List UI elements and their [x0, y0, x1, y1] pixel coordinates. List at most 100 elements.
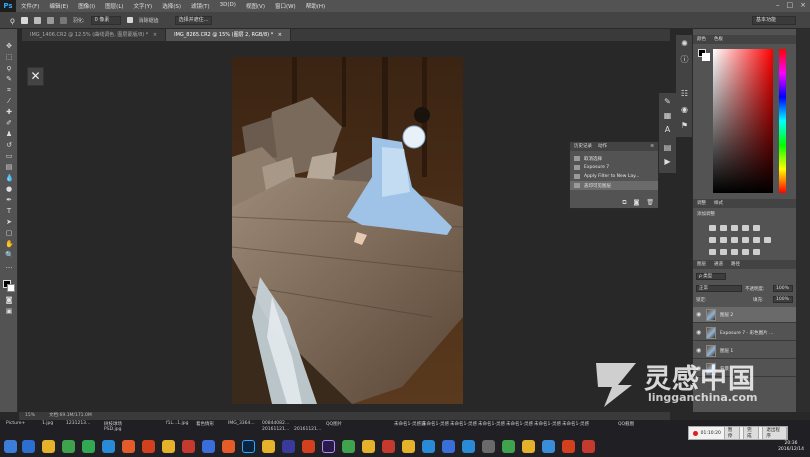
antialias-checkbox[interactable] [126, 17, 133, 23]
tab-swatches[interactable]: 色板 [714, 35, 723, 44]
document-image[interactable] [232, 57, 463, 404]
visibility-eye-icon[interactable]: ◉ [696, 347, 702, 354]
menu-item[interactable]: 图像(I) [73, 2, 100, 10]
menu-item[interactable]: 窗口(W) [270, 2, 301, 10]
taskbar-label[interactable]: 1.jpg [42, 421, 53, 426]
menu-item[interactable]: 滤镜(T) [186, 2, 215, 10]
app-green-icon[interactable] [82, 440, 95, 453]
screen-mode-icon[interactable]: ▣ [5, 308, 13, 315]
app-purple-icon[interactable] [282, 440, 295, 453]
collapsed-tool-panel-icon[interactable]: ✕ [27, 67, 44, 86]
menu-item[interactable]: 帮助(H) [301, 2, 330, 10]
new-selection-icon[interactable] [20, 16, 28, 24]
app-yellow5-icon[interactable] [522, 440, 535, 453]
layer-filter-dropdown[interactable]: ρ 类型 [696, 273, 726, 280]
color-lookup-icon[interactable] [764, 237, 771, 243]
taskbar-label[interactable]: 0084d082... [262, 421, 289, 426]
taskbar-label[interactable]: 未命名1-灵感 [534, 421, 561, 427]
gradient-tool-icon[interactable]: ▤ [5, 164, 13, 171]
history-item[interactable]: 取消选择 [570, 154, 658, 163]
crop-tool-icon[interactable]: ⌗ [5, 87, 13, 94]
visibility-eye-icon[interactable]: ◉ [696, 311, 702, 318]
tab-history[interactable]: 历史记录 [574, 142, 592, 151]
move-tool-icon[interactable]: ✥ [5, 43, 13, 50]
selective-color-icon[interactable] [753, 249, 760, 255]
app-green2-icon[interactable] [342, 440, 355, 453]
opacity-input[interactable]: 100% [773, 285, 793, 292]
tab-channels[interactable]: 通道 [714, 260, 723, 269]
record-app-icon[interactable] [582, 440, 595, 453]
taskbar-label[interactable]: 着色情形 [196, 421, 214, 427]
menu-item[interactable]: 图层(L) [100, 2, 128, 10]
app-yellow3-icon[interactable] [362, 440, 375, 453]
exposure-icon[interactable] [742, 225, 749, 231]
start-icon[interactable] [4, 440, 17, 453]
brush-settings-icon[interactable]: ✎ [663, 97, 672, 106]
clone-source-icon[interactable]: ▦ [663, 111, 672, 120]
path-select-tool-icon[interactable]: ➤ [5, 219, 13, 226]
select-and-mask-button[interactable]: 选择并遮住... [174, 15, 213, 25]
maximize-button[interactable]: □ [787, 1, 794, 9]
app-blue5-icon[interactable] [462, 440, 475, 453]
menu-item[interactable]: 3D(D) [215, 2, 241, 10]
blur-tool-icon[interactable]: 💧 [5, 175, 14, 182]
levels-icon[interactable] [720, 225, 727, 231]
taskbar-label[interactable]: 1231213... [66, 421, 90, 426]
tab-layers[interactable]: 图层 [697, 260, 706, 269]
snapshot-camera-icon[interactable]: ◙ [634, 199, 640, 207]
eraser-tool-icon[interactable]: ▭ [5, 153, 13, 160]
history-item[interactable]: Exposure 7 [570, 163, 658, 172]
tab-actions[interactable]: 动作 [598, 142, 607, 151]
app-yellow4-icon[interactable] [402, 440, 415, 453]
close-button[interactable]: × [800, 1, 806, 9]
workspace-dropdown[interactable]: 基本功能 [752, 16, 796, 25]
brightness-icon[interactable] [709, 225, 716, 231]
hue-slider[interactable] [779, 49, 786, 193]
background-color-swatch[interactable] [7, 284, 15, 292]
app-gray-icon[interactable] [482, 440, 495, 453]
app-blue-icon[interactable] [102, 440, 115, 453]
taskbar-label[interactable]: 20161121... [294, 427, 321, 432]
tab-color[interactable]: 颜色 [697, 35, 706, 44]
intersect-selection-icon[interactable] [59, 16, 67, 24]
taskbar-label[interactable]: QQ图片 [326, 421, 342, 427]
pen-tool-icon[interactable]: ✒ [5, 197, 13, 204]
pause-button[interactable]: 暂停 [723, 426, 741, 440]
type-tool-icon[interactable]: T [5, 208, 13, 215]
panel-menu-icon[interactable]: ≡ [650, 142, 658, 151]
curves-icon[interactable] [731, 225, 738, 231]
quick-mask-icon[interactable]: ◙ [5, 297, 13, 304]
healing-brush-tool-icon[interactable]: ✚ [5, 109, 13, 116]
folder-icon[interactable] [42, 440, 55, 453]
taskbar-label[interactable]: 未命名1-灵感 [506, 421, 533, 427]
history-icon[interactable]: ▤ [663, 143, 672, 152]
weibo-icon[interactable] [122, 440, 135, 453]
gradient-map-icon[interactable] [742, 249, 749, 255]
color-balance-icon[interactable] [720, 237, 727, 243]
menu-item[interactable]: 文件(F) [16, 2, 44, 10]
add-selection-icon[interactable] [33, 16, 41, 24]
visibility-eye-icon[interactable]: ◉ [696, 329, 702, 336]
menu-item[interactable]: 编辑(E) [44, 2, 73, 10]
posterize-icon[interactable] [720, 249, 727, 255]
background-color-mini[interactable] [702, 53, 710, 61]
tab-img-1406[interactable]: IMG_1406.CR2 @ 12.5% (曲线调色, 图层蒙版/8) * × [22, 29, 167, 41]
finish-button[interactable]: 完成 [743, 426, 760, 440]
taskbar-label[interactable]: IMG_3364... [228, 421, 255, 426]
info-icon[interactable]: ⓘ [680, 55, 689, 64]
app-blue4-icon[interactable] [442, 440, 455, 453]
eyedropper-tool-icon[interactable]: ⁄ [5, 98, 13, 105]
rectangle-tool-icon[interactable]: ▢ [5, 230, 13, 237]
premiere-icon[interactable] [322, 440, 335, 453]
lasso-tool-preset-icon[interactable]: ϙ [10, 16, 15, 25]
properties-icon[interactable]: ◉ [680, 105, 689, 114]
tab-styles[interactable]: 样式 [714, 199, 723, 208]
character-icon[interactable]: A [663, 125, 672, 134]
threshold-icon[interactable] [731, 249, 738, 255]
app-green3-icon[interactable] [502, 440, 515, 453]
app-orange-icon[interactable] [222, 440, 235, 453]
taskbar-label[interactable]: 20161121... [262, 427, 289, 432]
invert-icon[interactable] [709, 249, 716, 255]
ie-icon[interactable] [22, 440, 35, 453]
menu-item[interactable]: 文字(Y) [129, 2, 158, 10]
